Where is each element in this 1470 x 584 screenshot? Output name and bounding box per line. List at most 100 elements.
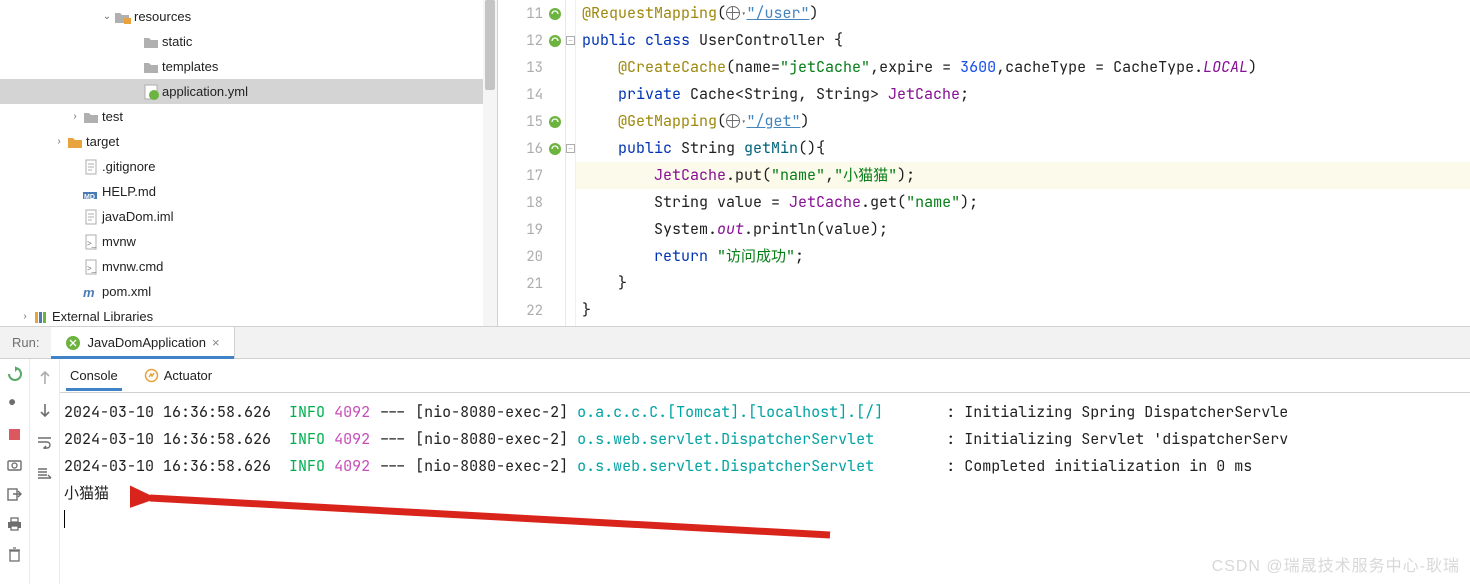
camera-button[interactable] — [6, 455, 24, 473]
spring-icon — [65, 335, 81, 351]
tree-label: javaDom.iml — [100, 209, 174, 224]
tree-arrow-icon[interactable]: › — [68, 111, 82, 122]
globe-icon — [726, 6, 740, 20]
folder-res-icon — [114, 10, 132, 24]
log-line: 2024-03-10 16:36:58.626 INFO 4092 --- [n… — [64, 426, 1470, 453]
tree-item-mvnw[interactable]: >_mvnw — [0, 229, 497, 254]
sh-icon: >_ — [82, 259, 100, 275]
wrench-button[interactable] — [6, 395, 24, 413]
tree-arrow-icon[interactable]: ⌄ — [100, 11, 114, 22]
gutter-line[interactable]: 15 — [498, 108, 565, 135]
log-line: 2024-03-10 16:36:58.626 INFO 4092 --- [n… — [64, 399, 1470, 426]
sh-icon: >_ — [82, 234, 100, 250]
file-icon — [82, 159, 100, 175]
yml-icon — [142, 84, 160, 100]
exit-button[interactable] — [6, 485, 24, 503]
svg-text:>_: >_ — [87, 239, 97, 248]
down-button[interactable] — [36, 401, 54, 419]
tree-item-HELP-md[interactable]: MD HELP.md — [0, 179, 497, 204]
close-icon[interactable]: × — [212, 335, 220, 350]
globe-icon — [726, 114, 740, 128]
fold-column[interactable]: − − — [566, 0, 576, 326]
file-icon — [82, 209, 100, 225]
svg-text:>_: >_ — [87, 264, 97, 273]
gutter-line[interactable]: 14 — [498, 81, 565, 108]
gutter: 111213141516171819202122 — [498, 0, 566, 326]
console-tabs: Console Actuator — [60, 359, 1470, 393]
gutter-line[interactable]: 13 — [498, 54, 565, 81]
gutter-line[interactable]: 17 — [498, 162, 565, 189]
tree-label: mvnw.cmd — [100, 259, 163, 274]
print-button[interactable] — [6, 515, 24, 533]
tree-item-mvnw-cmd[interactable]: >_mvnw.cmd — [0, 254, 497, 279]
svg-text:m: m — [83, 285, 95, 300]
run-toolbar-left — [0, 359, 30, 584]
folder-icon — [142, 35, 160, 49]
trash-button[interactable] — [6, 545, 24, 563]
actuator-icon — [144, 368, 159, 383]
code-area[interactable]: @RequestMapping(▾"/user") public class U… — [576, 0, 1470, 326]
tree-label: External Libraries — [50, 309, 153, 324]
gutter-line[interactable]: 12 — [498, 27, 565, 54]
tree-label: HELP.md — [100, 184, 156, 199]
spring-gutter-icon[interactable] — [547, 33, 563, 49]
up-button[interactable] — [36, 369, 54, 387]
tree-label: resources — [132, 9, 191, 24]
md-icon: MD — [82, 185, 100, 199]
folder-icon — [142, 60, 160, 74]
gutter-line[interactable]: 21 — [498, 270, 565, 297]
tree-item-resources[interactable]: ⌄ resources — [0, 4, 497, 29]
gutter-line[interactable]: 11 — [498, 0, 565, 27]
spring-gutter-icon[interactable] — [547, 114, 563, 130]
tree-item-target[interactable]: › target — [0, 129, 497, 154]
tree-label: mvnw — [100, 234, 136, 249]
cursor — [64, 510, 65, 528]
stop-button[interactable] — [6, 425, 24, 443]
pom-icon: m — [82, 284, 100, 300]
tree-label: static — [160, 34, 192, 49]
log-line: 2024-03-10 16:36:58.626 INFO 4092 --- [n… — [64, 453, 1470, 480]
run-config-tab[interactable]: JavaDomApplication × — [51, 327, 234, 358]
folder-o-icon — [66, 135, 84, 149]
tree-label: pom.xml — [100, 284, 151, 299]
scroll-end-button[interactable] — [36, 465, 54, 483]
gutter-line[interactable]: 20 — [498, 243, 565, 270]
run-tabs: Run: JavaDomApplication × — [0, 327, 1470, 359]
tree-label: .gitignore — [100, 159, 155, 174]
rerun-button[interactable] — [6, 365, 24, 383]
gutter-line[interactable]: 19 — [498, 216, 565, 243]
tree-scrollbar[interactable] — [483, 0, 497, 326]
tree-label: templates — [160, 59, 218, 74]
lib-icon — [32, 310, 50, 324]
watermark: CSDN @瑞晟技术服务中心-耿瑞 — [1212, 552, 1460, 576]
code-editor[interactable]: 111213141516171819202122 − − @RequestMap… — [498, 0, 1470, 326]
project-tree[interactable]: ⌄ resources static templates application.yml… — [0, 0, 498, 326]
gutter-line[interactable]: 18 — [498, 189, 565, 216]
tree-item-test[interactable]: › test — [0, 104, 497, 129]
run-panel: Run: JavaDomApplication × Console — [0, 326, 1470, 584]
console-tab[interactable]: Console — [66, 361, 122, 390]
svg-text:MD: MD — [84, 194, 95, 199]
run-toolbar-left2 — [30, 359, 60, 584]
gutter-line[interactable]: 16 — [498, 135, 565, 162]
folder-icon — [82, 110, 100, 124]
tree-item-javaDom-iml[interactable]: javaDom.iml — [0, 204, 497, 229]
run-label: Run: — [0, 327, 51, 358]
tree-item-templates[interactable]: templates — [0, 54, 497, 79]
console-stdout: 小猫猫 — [64, 480, 1470, 507]
tree-item--gitignore[interactable]: .gitignore — [0, 154, 497, 179]
tree-arrow-icon[interactable]: › — [52, 136, 66, 147]
tree-label: target — [84, 134, 119, 149]
spring-gutter-icon[interactable] — [547, 6, 563, 22]
gutter-line[interactable]: 22 — [498, 297, 565, 324]
wrap-button[interactable] — [36, 433, 54, 451]
actuator-tab[interactable]: Actuator — [140, 361, 216, 390]
spring-gutter-icon[interactable] — [547, 141, 563, 157]
tree-arrow-icon[interactable]: › — [18, 311, 32, 322]
tree-label: test — [100, 109, 123, 124]
tree-label: application.yml — [160, 84, 248, 99]
tree-item-pom-xml[interactable]: m pom.xml — [0, 279, 497, 304]
tree-item-static[interactable]: static — [0, 29, 497, 54]
tree-item-External-Libraries[interactable]: › External Libraries — [0, 304, 497, 326]
tree-item-application-yml[interactable]: application.yml — [0, 79, 497, 104]
